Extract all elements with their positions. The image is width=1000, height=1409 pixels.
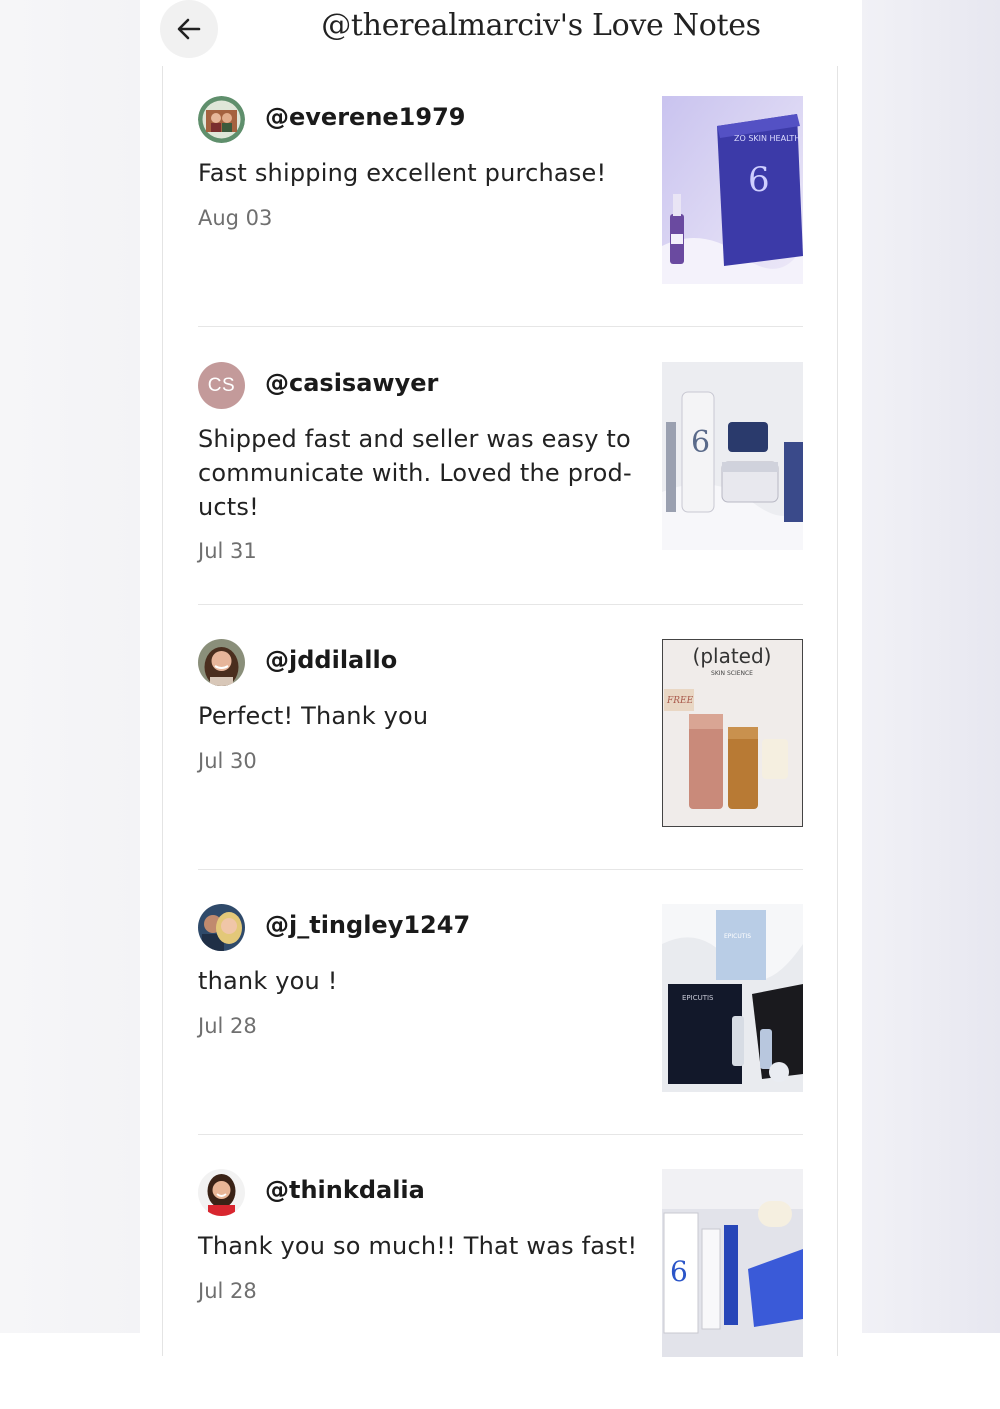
- note-text: Shipped fast and seller was easy to comm…: [198, 425, 632, 521]
- note-date: Jul 31: [198, 539, 257, 563]
- divider: [198, 869, 803, 870]
- photo-brand-label: (plated): [693, 644, 772, 668]
- user-avatar[interactable]: [198, 904, 245, 951]
- note-date: Jul 28: [198, 1279, 257, 1303]
- username[interactable]: @everene1979: [265, 103, 465, 131]
- header: @therealmarciv's Love Notes: [140, 0, 862, 64]
- love-note: @j_tingley1247 thank you ! Jul 28 EPICUT…: [198, 904, 803, 1164]
- page-title: @therealmarciv's Love Notes: [321, 8, 761, 43]
- username[interactable]: @casisawyer: [265, 369, 438, 397]
- love-note: @everene1979 Fast shipping excellent pur…: [198, 96, 803, 356]
- user-avatar[interactable]: [198, 639, 245, 686]
- back-button[interactable]: [160, 0, 218, 58]
- photo-brand-label: EPICUTIS: [682, 994, 714, 1002]
- product-photo[interactable]: ZO SKIN HEALTH 6: [662, 96, 803, 284]
- love-note: @jddilallo Perfect! Thank you Jul 30 (pl…: [198, 639, 803, 899]
- product-photo[interactable]: 6: [662, 362, 803, 550]
- divider: [198, 326, 803, 327]
- product-photo[interactable]: (plated) SKIN SCIENCE FREE: [662, 639, 803, 827]
- note-text: Fast shipping excellent purchase!: [198, 159, 607, 187]
- note-date: Aug 03: [198, 206, 273, 230]
- photo-brand-label: ZO SKIN HEALTH: [734, 134, 800, 143]
- svg-text:FREE: FREE: [666, 696, 694, 706]
- product-photo[interactable]: EPICUTIS EPICUTIS: [662, 904, 803, 1092]
- product-photo[interactable]: 6: [662, 1169, 803, 1357]
- svg-text:6: 6: [748, 160, 770, 200]
- note-text: Perfect! Thank you: [198, 702, 429, 730]
- love-notes-screen: @therealmarciv's Love Notes @everene1979…: [140, 0, 862, 1357]
- love-note: @thinkdalia Thank you so much!! That was…: [198, 1169, 803, 1409]
- user-avatar[interactable]: CS: [198, 362, 245, 409]
- username[interactable]: @thinkdalia: [265, 1176, 425, 1204]
- user-avatar[interactable]: [198, 96, 245, 143]
- photo-brand-sublabel: SKIN SCIENCE: [711, 670, 753, 677]
- divider: [198, 604, 803, 605]
- divider: [198, 1134, 803, 1135]
- love-note: CS @casisawyer Shipped fast and seller w…: [198, 362, 803, 642]
- username[interactable]: @jddilallo: [265, 646, 397, 674]
- username[interactable]: @j_tingley1247: [265, 911, 470, 939]
- svg-text:6: 6: [691, 425, 710, 460]
- note-text: thank you !: [198, 967, 338, 995]
- note-date: Jul 28: [198, 1014, 257, 1038]
- arrow-left-icon: [177, 18, 201, 40]
- svg-text:6: 6: [670, 1255, 688, 1288]
- svg-text:EPICUTIS: EPICUTIS: [724, 933, 751, 940]
- note-text: Thank you so much!! That was fast!: [198, 1232, 638, 1260]
- notes-list: @everene1979 Fast shipping excellent pur…: [162, 66, 838, 1357]
- note-date: Jul 30: [198, 749, 257, 773]
- user-avatar[interactable]: [198, 1169, 245, 1216]
